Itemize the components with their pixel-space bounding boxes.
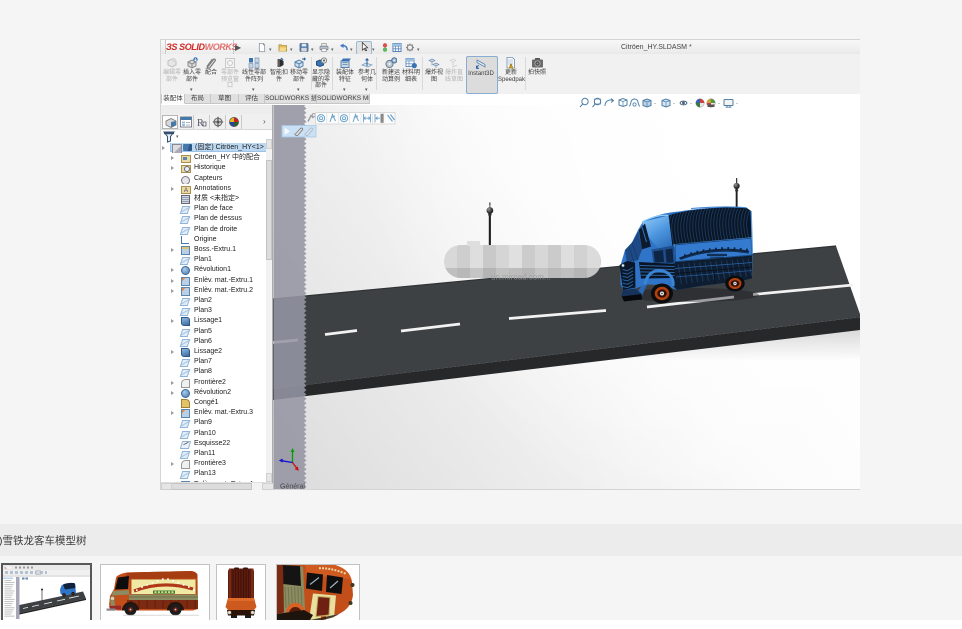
svg-text:!: !: [510, 64, 511, 69]
svg-text:Général: Général: [280, 484, 305, 490]
svg-text:un.miroad.com...: un.miroad.com...: [491, 273, 551, 282]
svg-text:-: -: [736, 101, 738, 107]
svg-text:S: S: [5, 566, 7, 570]
svg-text:-: -: [690, 101, 692, 107]
svg-text:-: -: [654, 101, 656, 107]
svg-text:-: -: [673, 101, 675, 107]
svg-text:-: -: [718, 101, 720, 107]
